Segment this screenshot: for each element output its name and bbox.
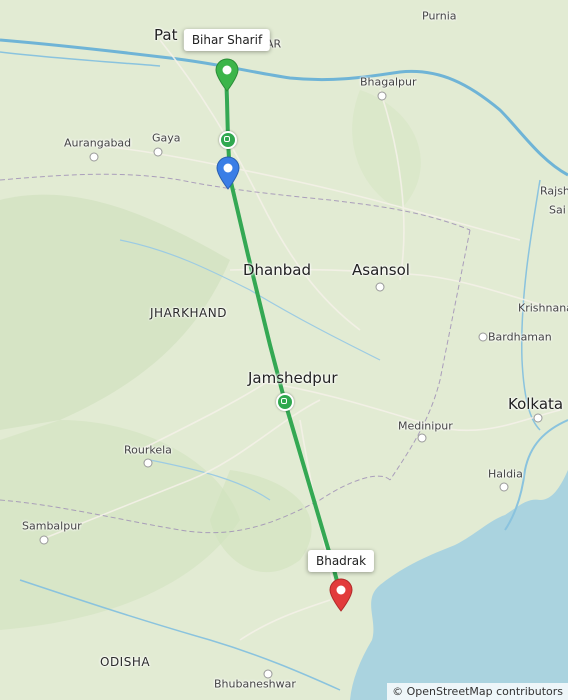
- label-asansol: Asansol: [352, 261, 410, 279]
- label-gaya: Gaya: [152, 131, 181, 145]
- label-bardhaman: Bardhaman: [488, 330, 552, 344]
- label-kolkata: Kolkata: [508, 395, 564, 413]
- label-medinipur: Medinipur: [398, 419, 453, 433]
- city-dot-bhagalpur: [377, 91, 387, 101]
- label-jharkhand: JHARKHAND: [150, 306, 227, 320]
- city-dot-sambalpur: [39, 535, 49, 545]
- route-stop-icon[interactable]: [219, 131, 237, 149]
- label-haldia: Haldia: [488, 467, 523, 481]
- label-odisha: ODISHA: [100, 655, 151, 669]
- city-dot-kolkata: [533, 413, 543, 423]
- map-view[interactable]: Pat AR Purnia Bhagalpur Aurangabad Gaya …: [0, 0, 568, 700]
- city-dot-asansol: [375, 282, 385, 292]
- route-layer: [224, 70, 342, 594]
- city-dot-bardhaman: [478, 332, 488, 342]
- city-dot-bhubaneshwar: [263, 669, 273, 679]
- label-rourkela: Rourkela: [124, 443, 172, 457]
- label-krishnanagar: Krishnana: [518, 301, 568, 315]
- origin-popup[interactable]: Bihar Sharif: [183, 29, 271, 51]
- route-stop-icon[interactable]: [276, 393, 294, 411]
- map-attribution[interactable]: © OpenStreetMap contributors: [387, 683, 568, 700]
- city-dot-medinipur: [417, 433, 427, 443]
- city-dot-aurangabad: [89, 152, 99, 162]
- city-dot-rourkela: [143, 458, 153, 468]
- label-sambalpur: Sambalpur: [22, 519, 82, 533]
- label-bhubaneshwar: Bhubaneshwar: [214, 677, 296, 691]
- label-aurangabad: Aurangabad: [64, 136, 132, 150]
- label-sai: Sai: [549, 203, 566, 217]
- current-location-marker-icon[interactable]: [215, 156, 241, 190]
- label-jamshedpur: Jamshedpur: [248, 369, 338, 387]
- label-dhanbad: Dhanbad: [243, 261, 311, 279]
- origin-marker-icon[interactable]: [214, 58, 240, 92]
- route-line[interactable]: [224, 70, 342, 594]
- label-purnia: Purnia: [422, 9, 457, 23]
- city-dot-gaya: [153, 147, 163, 157]
- destination-popup[interactable]: Bhadrak: [307, 550, 375, 572]
- city-dot-haldia: [499, 482, 509, 492]
- destination-marker-icon[interactable]: [328, 578, 354, 612]
- label-bhagalpur: Bhagalpur: [360, 75, 417, 89]
- label-rajsh: Rajsh: [540, 184, 568, 198]
- label-patna: Pat: [154, 26, 178, 44]
